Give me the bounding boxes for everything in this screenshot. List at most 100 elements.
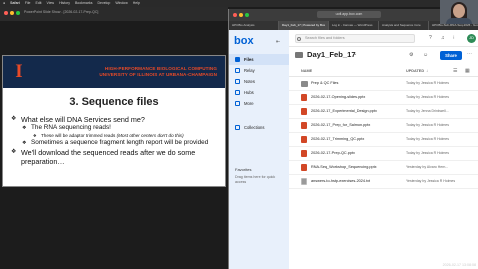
webcam-thumbnail	[440, 0, 478, 24]
pptx-file-icon	[301, 164, 307, 171]
address-bar[interactable]: uofi.app.box.com	[317, 11, 381, 18]
tab-sequence-core[interactable]: Analysis and Sequence Core	[379, 21, 429, 30]
favorites-heading[interactable]: Favorites	[235, 167, 251, 172]
bullet-diamond-icon: ❖	[22, 140, 27, 146]
bullet-diamond-icon: ❖	[22, 125, 27, 131]
help-icon[interactable]: ?	[429, 36, 434, 41]
banner-line-2: UNIVERSITY OF ILLINOIS AT URBANA-CHAMPAI…	[99, 71, 217, 77]
bullet-text: What else will DNA Services send me?	[21, 115, 145, 124]
column-updated-header[interactable]: UPDATED	[406, 69, 424, 73]
menu-view[interactable]: View	[47, 0, 55, 7]
file-name[interactable]: Prep & QC Files	[311, 81, 338, 85]
minimize-window-icon[interactable]	[10, 11, 14, 15]
text-file-icon	[301, 178, 307, 185]
tab-canvas[interactable]: Log in - Canvas — WordPress	[329, 21, 379, 30]
bullet-note: (Most other centers don't do this)	[116, 132, 184, 138]
menu-app-name[interactable]: Safari	[10, 0, 20, 7]
sidebar-item-relay[interactable]: Relay	[229, 65, 289, 76]
file-name[interactable]: answers-to-hstp-exercises-2024.txt	[311, 179, 370, 183]
mac-menubar: ● Safari File Edit View History Bookmark…	[0, 0, 478, 7]
hubs-icon	[235, 90, 240, 95]
file-name[interactable]: 2026-02-17_Trimming_QC.pptx	[311, 137, 364, 141]
search-input[interactable]: Search files and folders	[295, 34, 415, 43]
box-sidebar: box ⇤ Files Relay Notes Hubs More Collec…	[229, 30, 289, 269]
file-name[interactable]: 2026-02-17_Prep_for_Salmon.pptx	[311, 123, 370, 127]
folder-icon	[301, 81, 308, 87]
filter-icon[interactable]: ⚙	[409, 52, 413, 58]
bullet-text: preparation…	[21, 156, 65, 166]
sidebar-item-hubs[interactable]: Hubs	[229, 87, 289, 98]
menu-help[interactable]: Help	[133, 0, 140, 7]
sort-arrow-icon[interactable]: ↓	[426, 68, 428, 73]
menu-file[interactable]: File	[25, 0, 31, 7]
column-name-header[interactable]: NAME	[301, 69, 312, 73]
list-item[interactable]: 2026-02-17-Opening-slides.pptx Today by …	[289, 91, 478, 105]
list-item[interactable]: 2026-02-17-Prep-QC.pptx Today by Jessica…	[289, 147, 478, 161]
box-logo[interactable]: box	[234, 35, 254, 47]
tab-hpcbio[interactable]: HPCBio Analysis	[229, 21, 279, 30]
list-item[interactable]: RNA-Seq_Workshop_Sequencing.pptx Yesterd…	[289, 161, 478, 175]
relay-icon	[235, 68, 240, 73]
list-item[interactable]: answers-to-hstp-exercises-2024.txt Yeste…	[289, 175, 478, 189]
list-item[interactable]: 2026-02-17_Trimming_QC.pptx Today by Jes…	[289, 133, 478, 147]
notes-icon	[235, 79, 240, 84]
apple-menu-icon[interactable]: ●	[3, 0, 5, 7]
notifications-icon[interactable]: ♫	[441, 36, 446, 41]
file-updated: Today by Jessica R Holmes	[406, 137, 449, 141]
zoom-window-icon[interactable]	[245, 13, 249, 17]
chevron-down-icon[interactable]: ⌄	[353, 51, 357, 57]
close-window-icon[interactable]	[233, 13, 237, 17]
file-updated: Today by Jenna Drinkwell...	[406, 109, 449, 113]
pptx-file-icon	[301, 136, 307, 143]
list-item[interactable]: 2026-02-17_Experimental_Design.pptx Toda…	[289, 105, 478, 119]
bullet-item: ❖ Sometimes a sequence fragment length re…	[22, 139, 223, 148]
recording-timestamp: 2026-02-17 13:08:08	[230, 263, 478, 269]
powerpoint-titlebar: PowerPoint Slide Show - [2026-02-17-Prep…	[0, 7, 228, 21]
favorites-hint: Drag items here for quick access	[235, 175, 276, 184]
search-icon	[297, 37, 301, 41]
file-name[interactable]: RNA-Seq_Workshop_Sequencing.pptx	[311, 165, 377, 169]
folder-icon	[235, 57, 240, 62]
box-topbar: Search files and folders ? ♫ ⁝ JD	[289, 30, 478, 47]
menu-window[interactable]: Window	[115, 0, 127, 7]
menu-bookmarks[interactable]: Bookmarks	[75, 0, 93, 7]
file-updated: Today by Jessica R Holmes	[406, 123, 449, 127]
list-item[interactable]: Prep & QC Files Today by Jessica R Holme…	[289, 77, 478, 91]
bullet-text: The RNA sequencing reads!	[31, 124, 111, 131]
menu-history[interactable]: History	[59, 0, 70, 7]
file-updated: Today by Jessica R Holmes	[406, 95, 449, 99]
grid-view-icon[interactable]: ▦	[465, 68, 470, 74]
file-name[interactable]: 2026-02-17-Opening-slides.pptx	[311, 95, 365, 99]
avatar[interactable]: JD	[467, 34, 476, 43]
powerpoint-window-title: PowerPoint Slide Show - [2026-02-17-Prep…	[24, 10, 99, 14]
bullet-diamond-icon: ❖	[11, 148, 17, 155]
bullet-item: ❖ The RNA sequencing reads!	[22, 124, 223, 133]
file-name[interactable]: 2026-02-17_Experimental_Design.pptx	[311, 109, 377, 113]
illinois-logo: I	[15, 61, 23, 82]
bullet-item: ❖ What else will DNA Services send me?	[11, 115, 223, 124]
share-button[interactable]: Share	[440, 51, 462, 60]
tab-box-day1[interactable]: Day1_Feb_17 | Powered by Box	[279, 21, 329, 30]
sidebar-item-files[interactable]: Files	[229, 54, 289, 65]
close-window-icon[interactable]	[4, 11, 8, 15]
apps-grid-icon[interactable]: ⁝	[453, 36, 458, 41]
people-icon[interactable]: ☺	[423, 52, 428, 58]
pptx-file-icon	[301, 94, 307, 101]
file-updated: Yesterday by Alvaro Hern...	[406, 165, 449, 169]
presentation-slide: I HIGH-PERFORMANCE BIOLOGICAL COMPUTING …	[2, 55, 226, 187]
sidebar-item-collections[interactable]: Collections	[229, 122, 289, 133]
minimize-window-icon[interactable]	[239, 13, 243, 17]
banner-line-1: HIGH-PERFORMANCE BIOLOGICAL COMPUTING	[104, 66, 217, 71]
sidebar-item-notes[interactable]: Notes	[229, 76, 289, 87]
menu-develop[interactable]: Develop	[97, 0, 110, 7]
zoom-window-icon[interactable]	[16, 11, 20, 15]
bullet-text: These will be adaptor trimmed reads	[41, 132, 116, 138]
more-options-icon[interactable]: ⋯	[467, 51, 472, 57]
menu-edit[interactable]: Edit	[36, 0, 42, 7]
file-list-header: NAME UPDATED ↓ ☰ ▦	[289, 65, 478, 77]
sidebar-collapse-icon[interactable]: ⇤	[276, 39, 280, 45]
list-view-icon[interactable]: ☰	[453, 68, 457, 74]
file-name[interactable]: 2026-02-17-Prep-QC.pptx	[311, 151, 355, 155]
list-item[interactable]: 2026-02-17_Prep_for_Salmon.pptx Today by…	[289, 119, 478, 133]
sidebar-item-more[interactable]: More	[229, 98, 289, 109]
